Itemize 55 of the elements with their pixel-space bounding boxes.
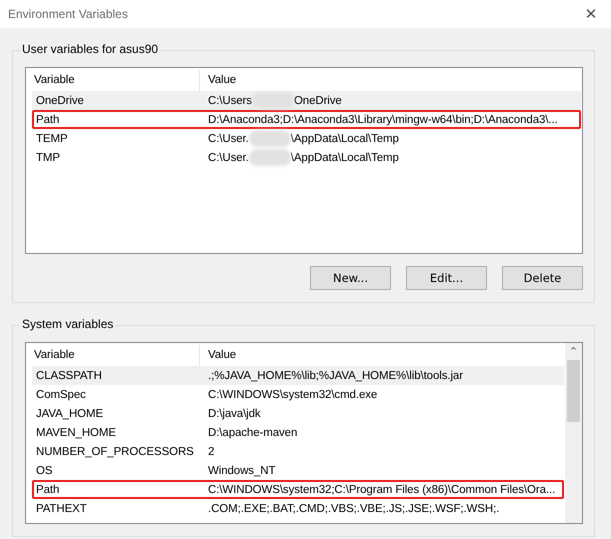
variable-row[interactable]: TEMP C:\User. \AppData\Local\Temp: [32, 129, 581, 148]
variable-name: OS: [35, 464, 54, 476]
variable-value: .;%JAVA_HOME%\lib;%JAVA_HOME%\lib\tools.jar: [207, 370, 463, 382]
highlighted-row[interactable]: Path C:\WINDOWS\system32;C:\Program Files (x86)\Common Files\Ora...: [32, 480, 564, 499]
variable-value: \AppData\Local\Temp: [290, 132, 399, 144]
scroll-up-button[interactable]: ⌃: [568, 343, 578, 360]
variable-value: D:\Anaconda3;D:\Anaconda3\Library\mingw-w64\bin;D:\Anaconda3\...: [207, 114, 558, 126]
variable-value: Windows_NT: [207, 464, 276, 476]
group-title: User variables for asus90: [20, 42, 160, 56]
variable-name: PATHEXT: [35, 502, 88, 514]
variable-value: D:\apache-maven: [207, 426, 298, 438]
dialog-button[interactable]: Edit...: [406, 266, 487, 290]
dialog-button[interactable]: New...: [310, 266, 391, 290]
variables-list[interactable]: [25, 342, 583, 524]
variable-value: D:\java\jdk: [207, 408, 261, 420]
variable-value: OneDrive: [294, 94, 342, 106]
scrollbar-thumb[interactable]: [567, 360, 580, 422]
highlighted-row[interactable]: Path D:\Anaconda3;D:\Anaconda3\Library\mingw-w64\bin;D:\Anaconda3\...: [32, 110, 581, 129]
variable-value: 2: [207, 446, 214, 458]
variable-name: NUMBER_OF_PROCESSORS: [35, 446, 195, 458]
variable-name: MAVEN_HOME: [35, 426, 117, 438]
scrollbar[interactable]: ⌃: [565, 343, 582, 523]
variable-value: \AppData\Local\Temp: [290, 152, 399, 164]
variable-value: C:\User.: [208, 152, 249, 164]
variable-value: C:\Users: [208, 94, 252, 106]
variable-value: C:\WINDOWS\system32\cmd.exe: [207, 388, 378, 400]
group-title: System variables: [20, 317, 116, 331]
variable-name: Path: [35, 114, 60, 126]
window-title: Environment Variables: [8, 7, 128, 21]
variable-row[interactable]: NUMBER_OF_PROCESSORS 2: [32, 442, 564, 461]
variable-row[interactable]: MAVEN_HOME D:\apache-maven: [32, 423, 564, 442]
variable-row[interactable]: CLASSPATH .;%JAVA_HOME%\lib;%JAVA_HOME%\lib\tools.jar: [32, 366, 564, 385]
variable-row[interactable]: OneDrive C:\Users OneDrive: [32, 91, 581, 110]
variable-row[interactable]: OS Windows_NT: [32, 461, 564, 480]
column-header[interactable]: Value: [200, 345, 564, 366]
variables-list[interactable]: Variable Value OneDrive C:\Users OneDrive Path D:\Anaconda3;D:\Anaconda3\Library\mingw-w64\bin;D:\Anaconda3\... TEMP C:\User. \AppData\Local\Temp TMP C:\User. \AppData\Local\Temp: [25, 67, 583, 254]
variable-name: TEMP: [35, 132, 69, 144]
variable-row[interactable]: ComSpec C:\WINDOWS\system32\cmd.exe: [32, 385, 564, 404]
variable-row[interactable]: JAVA_HOME D:\java\jdk: [32, 404, 564, 423]
variable-value: .COM;.EXE;.BAT;.CMD;.VBS;.VBE;.JS;.JSE;.WSF;.WSH;.: [207, 502, 500, 514]
blurred-redaction: [248, 149, 291, 166]
close-button[interactable]: ✕: [571, 0, 611, 28]
variable-name: OneDrive: [35, 94, 85, 106]
variable-name: ComSpec: [35, 388, 87, 400]
variable-value: C:\WINDOWS\system32;C:\Program Files (x86)\Common Files\Ora...: [207, 484, 556, 496]
variable-row[interactable]: PATHEXT .COM;.EXE;.BAT;.CMD;.VBS;.VBE;.JS;.JSE;.WSF;.WSH;.: [32, 499, 564, 518]
variable-name: CLASSPATH: [35, 370, 103, 382]
variable-name: JAVA_HOME: [35, 408, 104, 420]
variable-name: Path: [35, 484, 60, 496]
blurred-redaction: [248, 130, 291, 147]
variable-value: C:\User.: [208, 132, 249, 144]
variable-name: TMP: [35, 152, 61, 164]
dialog-button[interactable]: Delete: [502, 266, 583, 290]
variable-row[interactable]: TMP C:\User. \AppData\Local\Temp: [32, 148, 581, 167]
column-header[interactable]: Value: [200, 70, 581, 91]
